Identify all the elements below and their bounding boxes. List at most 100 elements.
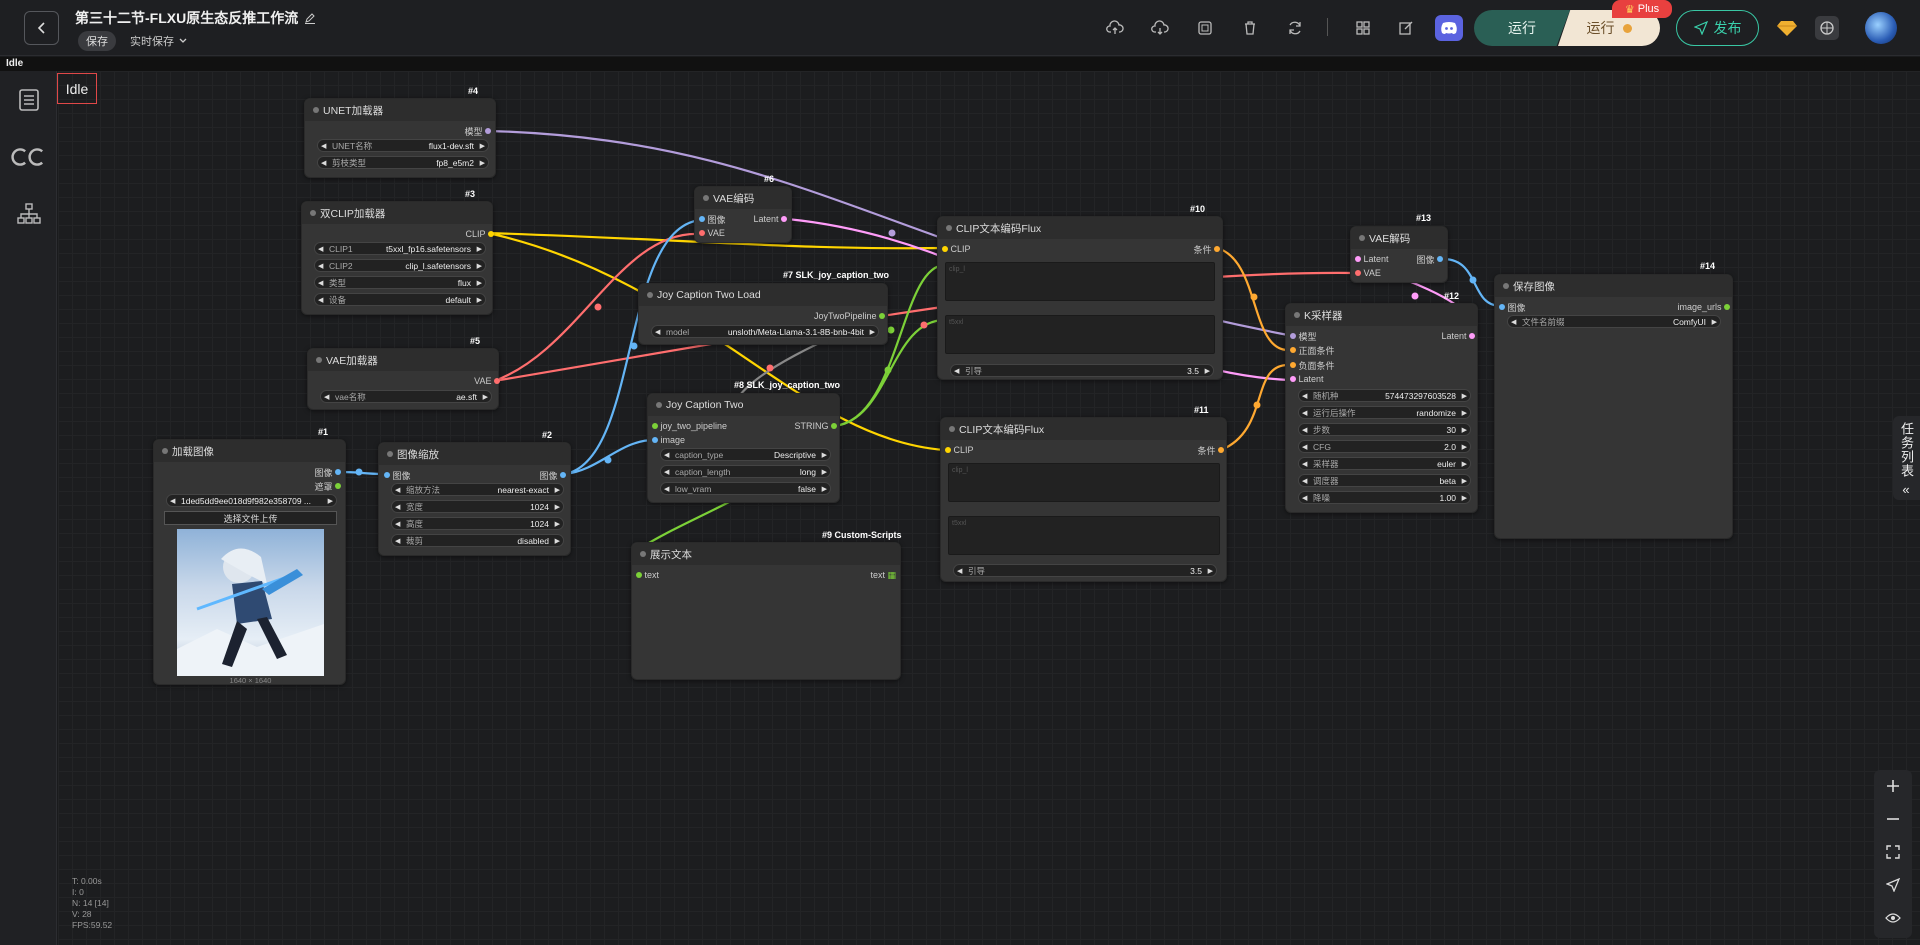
output-port[interactable]: CLIP: [465, 228, 494, 240]
decrement-arrow-icon[interactable]: ◀: [321, 159, 326, 167]
locate-button[interactable]: [1883, 875, 1903, 895]
input-port-negative[interactable]: 负面条件: [1290, 359, 1335, 371]
upload-button[interactable]: 选择文件上传: [164, 511, 337, 525]
output-port[interactable]: 模型: [464, 125, 491, 137]
save-button[interactable]: 保存: [78, 31, 116, 51]
image-export-icon[interactable]: [1196, 19, 1214, 37]
increment-arrow-icon[interactable]: ▶: [1462, 392, 1467, 400]
increment-arrow-icon[interactable]: ▶: [483, 393, 488, 401]
app-switcher-icon[interactable]: [1815, 16, 1839, 40]
input-port-latent[interactable]: Latent: [1355, 253, 1389, 265]
increment-arrow-icon[interactable]: ▶: [1205, 367, 1210, 375]
output-port[interactable]: Latent: [1441, 330, 1475, 342]
widget-filename-prefix[interactable]: 文件名前缀 ComfyUI ◀ ▶: [1507, 315, 1721, 328]
input-port[interactable]: text: [636, 569, 659, 581]
decrement-arrow-icon[interactable]: ◀: [170, 497, 175, 505]
increment-arrow-icon[interactable]: ▶: [555, 503, 560, 511]
sidebar-item-workflow[interactable]: [14, 85, 44, 115]
input-port-vae[interactable]: VAE: [1355, 267, 1381, 279]
output-port-mask[interactable]: 遮罩: [314, 480, 341, 492]
increment-arrow-icon[interactable]: ▶: [822, 485, 827, 493]
increment-arrow-icon[interactable]: ▶: [477, 262, 482, 270]
node-load-image[interactable]: 加载图像 图像 遮罩 1ded5dd9ee018d9f982e358709 ..…: [153, 439, 346, 685]
input-port-latent[interactable]: Latent: [1290, 373, 1324, 385]
node-k-sampler[interactable]: K采样器 模型 正面条件 负面条件 Latent Latent 随机种 57447…: [1285, 303, 1478, 513]
run-button[interactable]: 运行: [1474, 10, 1570, 46]
decrement-arrow-icon[interactable]: ◀: [655, 328, 660, 336]
edit-icon[interactable]: [304, 12, 316, 24]
output-port[interactable]: image_urls: [1677, 301, 1730, 313]
node-vae-encode[interactable]: VAE编码 图像 VAE Latent: [694, 186, 792, 243]
increment-arrow-icon[interactable]: ▶: [1462, 443, 1467, 451]
widget-image-file[interactable]: 1ded5dd9ee018d9f982e358709 ... ◀ ▶: [166, 494, 337, 507]
increment-arrow-icon[interactable]: ▶: [1462, 426, 1467, 434]
widget-vae-name[interactable]: vae名称 ae.sft ◀ ▶: [320, 390, 492, 403]
widget-denoise[interactable]: 降噪 1.00 ◀ ▶: [1298, 491, 1471, 504]
widget-guidance[interactable]: 引导 3.5 ◀ ▶: [953, 564, 1217, 577]
widget-steps[interactable]: 步数 30 ◀ ▶: [1298, 423, 1471, 436]
increment-arrow-icon[interactable]: ▶: [822, 451, 827, 459]
widget-upscale-method[interactable]: 缩放方法 nearest-exact ◀ ▶: [391, 483, 564, 496]
autosave-dropdown[interactable]: 实时保存: [130, 33, 188, 49]
decrement-arrow-icon[interactable]: ◀: [395, 520, 400, 528]
widget-device[interactable]: 设备 default ◀ ▶: [314, 293, 486, 306]
increment-arrow-icon[interactable]: ▶: [1462, 494, 1467, 502]
task-list-tab[interactable]: 任务列表 «: [1893, 416, 1920, 500]
sidebar-item-cc[interactable]: [10, 142, 46, 172]
increment-arrow-icon[interactable]: ▶: [1462, 460, 1467, 468]
decrement-arrow-icon[interactable]: ◀: [1302, 426, 1307, 434]
input-port-pipeline[interactable]: joy_two_pipeline: [652, 420, 727, 432]
output-port-image[interactable]: 图像: [314, 466, 341, 478]
input-port[interactable]: 图像: [384, 469, 411, 481]
input-port-positive[interactable]: 正面条件: [1290, 344, 1335, 356]
textarea-clip-l[interactable]: clip_l: [945, 262, 1215, 301]
textarea-t5xxl[interactable]: t5xxl: [945, 315, 1215, 354]
increment-arrow-icon[interactable]: ▶: [1462, 409, 1467, 417]
grid-icon[interactable]: [1354, 19, 1372, 37]
widget-scheduler[interactable]: 调度器 beta ◀ ▶: [1298, 474, 1471, 487]
output-port[interactable]: Latent: [753, 213, 787, 225]
input-port[interactable]: CLIP: [945, 444, 974, 456]
node-clip-text-encode-positive[interactable]: CLIP文本编码Flux CLIP 条件 clip_l t5xxl 引导 3.5 ◀…: [937, 216, 1223, 380]
sidebar-item-model-tree[interactable]: [14, 199, 44, 229]
widget-caption-type[interactable]: caption_type Descriptive ◀ ▶: [660, 448, 831, 461]
output-port[interactable]: 条件: [1197, 444, 1224, 456]
increment-arrow-icon[interactable]: ▶: [477, 296, 482, 304]
zoom-in-button[interactable]: [1883, 776, 1903, 796]
upload-icon[interactable]: [1106, 19, 1124, 37]
output-port[interactable]: 图像: [1416, 253, 1443, 265]
user-avatar[interactable]: [1865, 12, 1897, 44]
widget-crop[interactable]: 裁剪 disabled ◀ ▶: [391, 534, 564, 547]
widget-guidance[interactable]: 引导 3.5 ◀ ▶: [950, 364, 1214, 377]
publish-button[interactable]: 发布: [1676, 10, 1759, 46]
edit-doc-icon[interactable]: [1397, 19, 1415, 37]
node-joy-caption-load[interactable]: Joy Caption Two Load JoyTwoPipeline mode…: [638, 283, 888, 345]
widget-type[interactable]: 类型 flux ◀ ▶: [314, 276, 486, 289]
input-port-image[interactable]: image: [652, 434, 685, 446]
toggle-visibility-button[interactable]: [1883, 908, 1903, 928]
output-port[interactable]: JoyTwoPipeline: [814, 310, 885, 322]
decrement-arrow-icon[interactable]: ◀: [1511, 318, 1516, 326]
increment-arrow-icon[interactable]: ▶: [1208, 567, 1213, 575]
trash-icon[interactable]: [1241, 19, 1259, 37]
decrement-arrow-icon[interactable]: ◀: [1302, 494, 1307, 502]
input-port-model[interactable]: 模型: [1290, 330, 1317, 342]
increment-arrow-icon[interactable]: ▶: [328, 497, 333, 505]
node-save-image[interactable]: 保存图像 图像 image_urls 文件名前缀 ComfyUI ◀ ▶: [1494, 274, 1733, 539]
node-vae-loader[interactable]: VAE加载器 VAE vae名称 ae.sft ◀ ▶: [307, 348, 500, 410]
widget-caption-length[interactable]: caption_length long ◀ ▶: [660, 465, 831, 478]
textarea-clip-l[interactable]: clip_l: [948, 463, 1220, 502]
decrement-arrow-icon[interactable]: ◀: [664, 485, 669, 493]
fit-view-button[interactable]: [1883, 842, 1903, 862]
widget-clip1[interactable]: CLIP1 t5xxl_fp16.safetensors ◀ ▶: [314, 242, 486, 255]
increment-arrow-icon[interactable]: ▶: [1462, 477, 1467, 485]
increment-arrow-icon[interactable]: ▶: [555, 486, 560, 494]
decrement-arrow-icon[interactable]: ◀: [395, 503, 400, 511]
increment-arrow-icon[interactable]: ▶: [822, 468, 827, 476]
decrement-arrow-icon[interactable]: ◀: [954, 367, 959, 375]
increment-arrow-icon[interactable]: ▶: [555, 537, 560, 545]
increment-arrow-icon[interactable]: ▶: [480, 142, 485, 150]
output-port[interactable]: 图像: [539, 469, 566, 481]
node-vae-decode[interactable]: VAE解码 Latent VAE 图像: [1350, 226, 1448, 283]
decrement-arrow-icon[interactable]: ◀: [1302, 392, 1307, 400]
